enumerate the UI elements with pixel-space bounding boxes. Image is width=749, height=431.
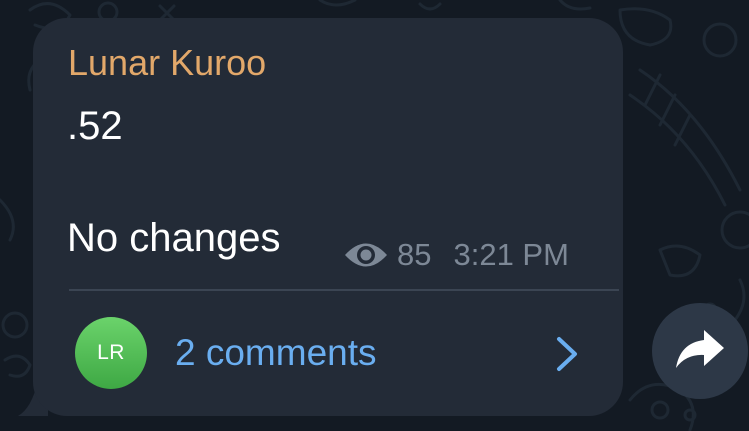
divider (69, 289, 619, 291)
sender-name[interactable]: Lunar Kuroo (68, 42, 266, 84)
comments-button[interactable]: LR 2 comments (67, 305, 597, 401)
message-time: 3:21 PM (453, 237, 569, 272)
avatar-initials: LR (97, 341, 125, 364)
view-count: 85 (397, 237, 432, 272)
message-text-line-2: No changes (67, 216, 281, 260)
forward-arrow-icon (674, 326, 726, 377)
chevron-right-icon (551, 335, 581, 373)
comments-label: 2 comments (175, 332, 377, 373)
message-text-line-1: .52 (67, 104, 123, 148)
message-meta: 85 3:21 PM (343, 235, 569, 275)
forward-button[interactable] (652, 303, 748, 399)
eye-icon (343, 240, 389, 270)
avatar: LR (75, 317, 147, 389)
